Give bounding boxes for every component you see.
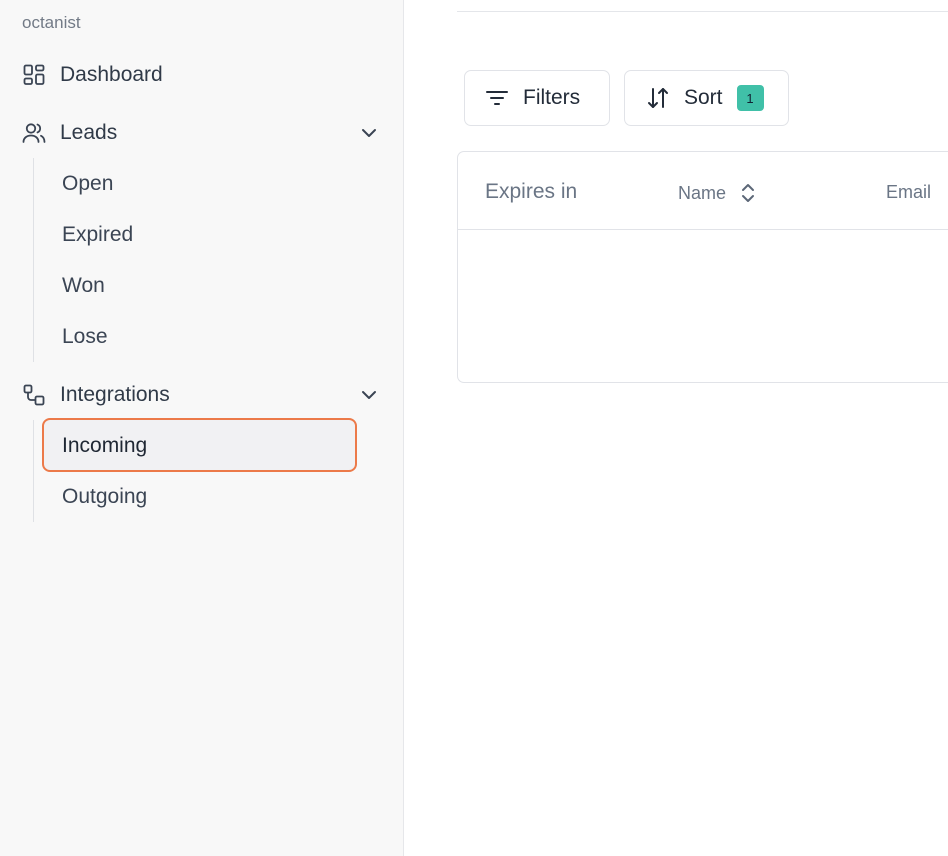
users-icon [22,121,46,145]
sidebar: octanist Dashboard Leads Open Expired Wo… [0,0,404,856]
dashboard-grid-icon [22,63,46,87]
sidebar-subitem-expired[interactable]: Expired [62,220,133,250]
header-divider [457,11,948,12]
sidebar-item-label: Integrations [60,383,170,406]
sidebar-subitem-outgoing[interactable]: Outgoing [62,482,147,512]
brand-name: octanist [22,13,81,32]
sidebar-item-integrations[interactable]: Integrations [22,380,170,410]
integrations-icon [22,383,46,407]
filters-label: Filters [523,86,581,109]
table-header: Expires in Name Email [458,152,948,230]
sidebar-item-leads[interactable]: Leads [22,118,117,148]
integrations-subnav-line [33,420,34,522]
sidebar-item-label: Dashboard [60,63,163,86]
sort-label: Sort [684,86,723,109]
sidebar-item-dashboard[interactable]: Dashboard [22,60,163,90]
sidebar-subitem-won[interactable]: Won [62,271,105,301]
sort-arrows-icon [646,86,670,110]
column-label: Name [678,182,727,203]
column-header-name[interactable]: Name [678,182,757,204]
column-label: Expires in [485,180,578,203]
sort-count-badge: 1 [736,85,764,111]
sidebar-item-label: Leads [60,121,118,144]
sort-button[interactable]: Sort 1 [624,70,789,126]
leads-subnav-line [33,158,34,362]
filters-button[interactable]: Filters [464,70,610,126]
sidebar-subitem-lose[interactable]: Lose [62,322,108,352]
column-header-email[interactable]: Email [886,182,931,203]
main-content: Filters Sort 1 Expires in Name Email [405,0,948,856]
column-label: Email [886,182,932,202]
sidebar-subitem-open[interactable]: Open [62,169,113,199]
column-header-expires-in[interactable]: Expires in [485,180,577,204]
chevron-down-icon[interactable] [359,123,379,143]
leads-table: Expires in Name Email [457,151,948,383]
sidebar-subitem-incoming[interactable]: Incoming [62,431,147,461]
chevron-down-icon[interactable] [359,385,379,405]
sort-toggle-icon[interactable] [741,182,757,204]
filter-lines-icon [485,86,509,110]
